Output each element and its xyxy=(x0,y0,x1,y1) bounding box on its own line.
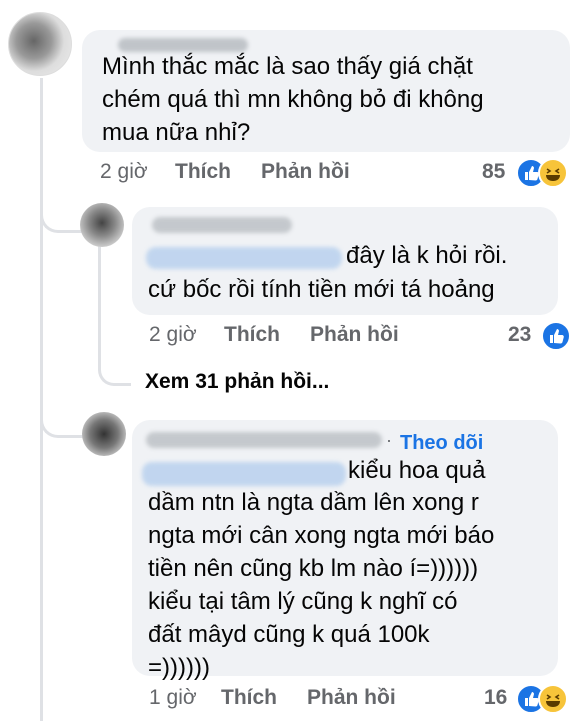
mention-blurred[interactable] xyxy=(146,247,342,269)
thread-connector xyxy=(40,175,83,233)
view-more-replies-link[interactable]: Xem 31 phản hồi... xyxy=(145,370,329,394)
like-button[interactable]: Thích xyxy=(221,686,277,710)
avatar[interactable] xyxy=(82,412,126,456)
comment-text: cứ bốc rồi tính tiền mới tá hoảng xyxy=(148,276,495,303)
reaction-count[interactable]: 16 xyxy=(484,686,507,710)
comment-bubble: Mình thắc mắc là sao thấy giá chặt chém … xyxy=(82,30,570,152)
avatar[interactable] xyxy=(80,203,124,247)
reply-button[interactable]: Phản hồi xyxy=(310,323,399,347)
avatar[interactable] xyxy=(8,12,72,76)
separator-dot: · xyxy=(386,430,392,450)
author-name-blurred[interactable] xyxy=(146,432,382,448)
haha-icon xyxy=(538,158,568,188)
comment-bubble: đây là k hỏi rồi. cứ bốc rồi tính tiền m… xyxy=(132,207,558,315)
reaction-count[interactable]: 23 xyxy=(508,323,531,347)
comment-text: đây là k hỏi rồi. xyxy=(346,242,508,269)
comment-text: kiểu hoa quả xyxy=(348,457,486,484)
mention-blurred[interactable] xyxy=(142,462,346,486)
author-name-blurred[interactable] xyxy=(152,217,292,233)
reaction-count[interactable]: 85 xyxy=(482,160,505,184)
follow-button[interactable]: Theo dõi xyxy=(400,432,483,455)
like-icon xyxy=(541,321,571,351)
comment-time[interactable]: 2 giờ xyxy=(149,323,197,347)
thread-connector xyxy=(98,340,131,386)
comment-time[interactable]: 1 giờ xyxy=(149,686,197,710)
comment-text: Mình thắc mắc là sao thấy giá chặt chém … xyxy=(102,53,484,146)
thread-connector xyxy=(40,380,85,438)
like-button[interactable]: Thích xyxy=(175,160,231,184)
like-button[interactable]: Thích xyxy=(224,323,280,347)
comment-bubble: · Theo dõi kiểu hoa quả dầm ntn là ngta … xyxy=(132,420,558,681)
haha-icon xyxy=(538,684,568,714)
reply-button[interactable]: Phản hồi xyxy=(307,686,396,710)
comment-time[interactable]: 2 giờ xyxy=(100,160,148,184)
reply-button[interactable]: Phản hồi xyxy=(261,160,350,184)
comment-text: dầm ntn là ngta dầm lên xong r ngta mới … xyxy=(148,489,495,681)
